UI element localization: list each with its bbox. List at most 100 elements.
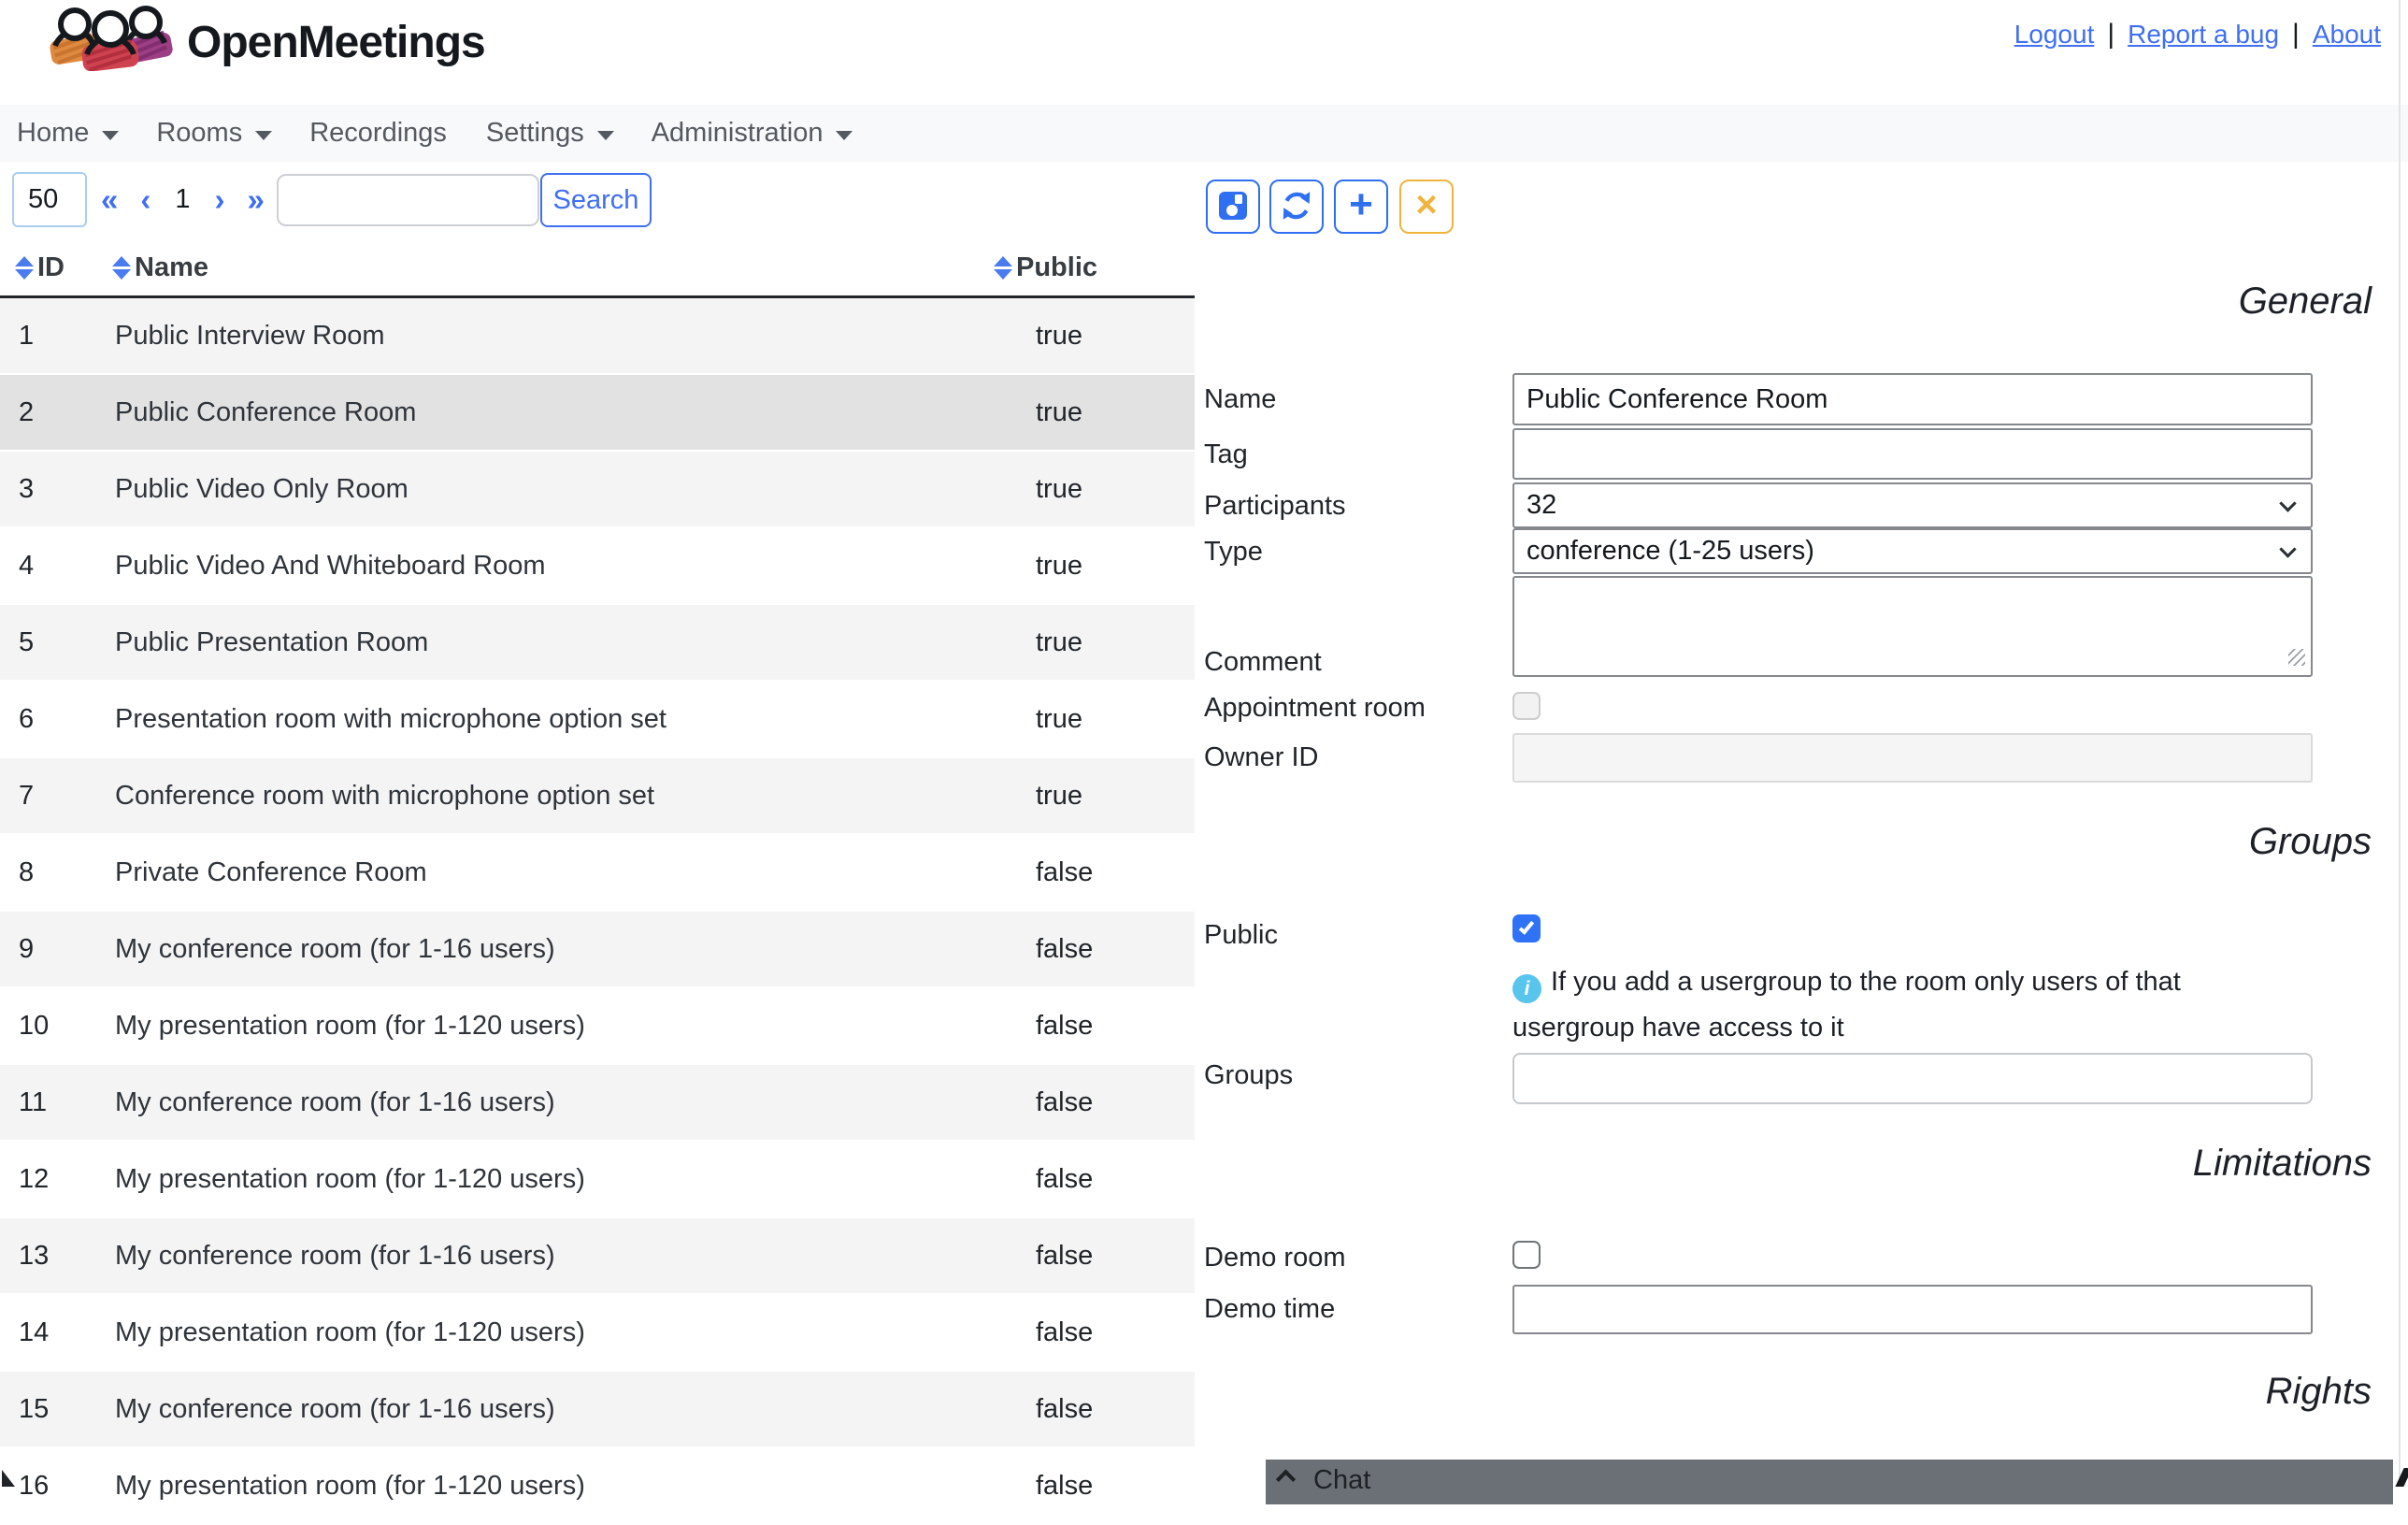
table-row[interactable]: 10 My presentation room (for 1-120 users…: [0, 988, 1195, 1065]
section-heading-general: General: [2239, 281, 2372, 323]
info-icon: i: [1512, 974, 1541, 1003]
table-row[interactable]: 5 Public Presentation Room true: [0, 605, 1195, 682]
table-row[interactable]: 11 My conference room (for 1-16 users) f…: [0, 1065, 1195, 1142]
table-row[interactable]: 16 My presentation room (for 1-120 users…: [0, 1448, 1195, 1525]
scrollbar-track[interactable]: [2399, 0, 2401, 1487]
room-id-cell: 13: [0, 1241, 115, 1272]
chevron-down-icon: [102, 131, 119, 140]
sort-header-name[interactable]: Name: [112, 252, 208, 283]
room-id-cell: 15: [0, 1394, 115, 1425]
sort-icon: [994, 256, 1012, 280]
nav-item-settings[interactable]: Settings: [484, 118, 614, 149]
table-row[interactable]: 7 Conference room with microphone option…: [0, 758, 1195, 835]
public-checkbox[interactable]: [1512, 914, 1541, 942]
last-page-button[interactable]: »: [248, 182, 265, 218]
resize-grip-icon[interactable]: [2288, 649, 2305, 666]
first-page-button[interactable]: «: [101, 182, 118, 218]
room-name-cell: My conference room (for 1-16 users): [115, 1394, 1036, 1425]
table-row[interactable]: 6 Presentation room with microphone opti…: [0, 682, 1195, 758]
delete-button[interactable]: ×: [1399, 180, 1454, 234]
tag-label: Tag: [1204, 439, 1248, 470]
link-separator: |: [2107, 19, 2114, 50]
plus-icon: +: [1349, 184, 1373, 225]
about-link[interactable]: About: [2313, 20, 2381, 50]
table-row[interactable]: 13 My conference room (for 1-16 users) f…: [0, 1218, 1195, 1295]
sort-icon: [112, 256, 131, 280]
room-public-cell: false: [1036, 1317, 1195, 1348]
room-name-cell: Public Interview Room: [115, 321, 1036, 352]
name-label: Name: [1204, 384, 1276, 415]
table-row[interactable]: 14 My presentation room (for 1-120 users…: [0, 1295, 1195, 1372]
demo-time-label: Demo time: [1204, 1294, 1335, 1325]
room-public-cell: false: [1036, 1471, 1195, 1502]
public-label: Public: [1204, 920, 1278, 951]
participants-select[interactable]: 32: [1512, 482, 2313, 528]
tag-field[interactable]: [1512, 428, 2313, 480]
chat-toggle-bar[interactable]: Chat: [1266, 1460, 2393, 1504]
groups-field[interactable]: [1512, 1053, 2313, 1104]
table-row[interactable]: 3 Public Video Only Room true: [0, 452, 1195, 528]
demo-room-checkbox[interactable]: [1512, 1241, 1541, 1269]
top-links: Logout | Report a bug | About: [2014, 19, 2381, 50]
logout-link[interactable]: Logout: [2014, 20, 2095, 50]
save-button[interactable]: [1206, 180, 1260, 234]
room-public-cell: false: [1036, 1164, 1195, 1195]
add-button[interactable]: +: [1334, 180, 1388, 234]
room-public-cell: false: [1036, 857, 1195, 888]
section-heading-rights: Rights: [2266, 1371, 2372, 1413]
room-name-cell: My presentation room (for 1-120 users): [115, 1011, 1036, 1042]
refresh-button[interactable]: [1269, 180, 1324, 234]
page-size-input[interactable]: 50: [12, 172, 87, 227]
room-name-cell: Presentation room with microphone option…: [115, 704, 1036, 735]
top-header: OpenMeetings Logout | Report a bug | Abo…: [0, 0, 2408, 105]
name-field[interactable]: [1512, 373, 2313, 425]
rooms-table-header: ID Name Public: [0, 241, 1195, 295]
search-button[interactable]: Search: [540, 173, 652, 227]
chevron-down-icon: [597, 131, 614, 140]
sort-header-public[interactable]: Public: [994, 252, 1097, 283]
table-row[interactable]: 8 Private Conference Room false: [0, 835, 1195, 912]
prev-page-button[interactable]: ‹: [140, 182, 150, 218]
appointment-room-checkbox: [1512, 692, 1541, 720]
table-row[interactable]: 1 Public Interview Room true: [0, 298, 1195, 375]
room-public-cell: true: [1036, 474, 1195, 505]
table-row[interactable]: 9 My conference room (for 1-16 users) fa…: [0, 912, 1195, 988]
room-id-cell: 4: [0, 551, 115, 582]
openmeetings-logo-icon: [43, 4, 179, 76]
nav-item-administration[interactable]: Administration: [650, 118, 853, 149]
room-name-cell: Public Conference Room: [115, 397, 1036, 428]
owner-id-field: [1512, 733, 2313, 783]
room-id-cell: 5: [0, 627, 115, 658]
groups-info-text: iIf you add a usergroup to the room only…: [1512, 959, 2251, 1051]
table-row[interactable]: 2 Public Conference Room true: [0, 375, 1195, 452]
nav-item-rooms[interactable]: Rooms: [154, 118, 272, 149]
main-navbar: Home Rooms Recordings Settings Administr…: [0, 105, 2408, 162]
nav-item-recordings[interactable]: Recordings: [308, 118, 449, 149]
table-row[interactable]: 4 Public Video And Whiteboard Room true: [0, 528, 1195, 605]
demo-room-label: Demo room: [1204, 1243, 1346, 1273]
demo-time-field[interactable]: [1512, 1285, 2313, 1334]
room-id-cell: 8: [0, 857, 115, 888]
type-select[interactable]: conference (1-25 users): [1512, 528, 2313, 574]
table-row[interactable]: 15 My conference room (for 1-16 users) f…: [0, 1372, 1195, 1448]
sort-header-id[interactable]: ID: [15, 252, 64, 283]
current-page-number: 1: [175, 184, 190, 215]
save-icon: [1216, 189, 1250, 225]
type-label: Type: [1204, 537, 1263, 568]
app-title: OpenMeetings: [187, 17, 485, 68]
next-page-button[interactable]: ›: [215, 182, 225, 218]
caret-artifact: [2, 1470, 15, 1487]
room-id-cell: 12: [0, 1164, 115, 1195]
room-name-cell: My conference room (for 1-16 users): [115, 1087, 1036, 1118]
room-public-cell: false: [1036, 1241, 1195, 1272]
appointment-room-label: Appointment room: [1204, 693, 1426, 724]
chevron-down-icon: [2279, 495, 2296, 511]
comment-field[interactable]: [1512, 576, 2313, 677]
report-bug-link[interactable]: Report a bug: [2128, 20, 2279, 50]
table-row[interactable]: 12 My presentation room (for 1-120 users…: [0, 1142, 1195, 1218]
room-public-cell: false: [1036, 934, 1195, 965]
search-input[interactable]: [277, 174, 539, 226]
nav-item-home[interactable]: Home: [15, 118, 119, 149]
room-id-cell: 10: [0, 1011, 115, 1042]
room-id-cell: 3: [0, 474, 115, 505]
